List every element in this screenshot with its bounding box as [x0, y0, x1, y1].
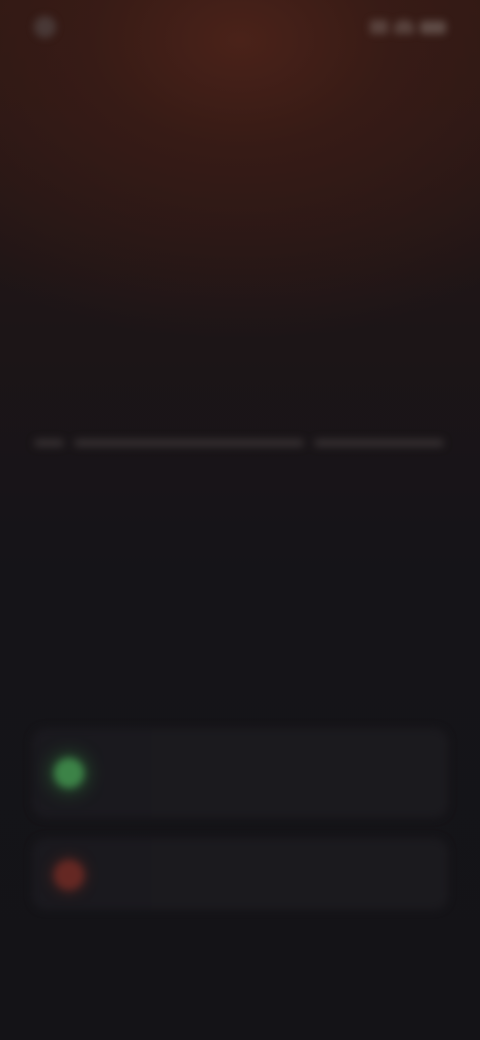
battery-icon: [420, 20, 446, 34]
link-row-segment: [74, 439, 304, 447]
status-right: [370, 20, 446, 34]
status-left: [34, 16, 68, 38]
app-dot-icon: [34, 16, 56, 38]
app-screen: [0, 0, 480, 1040]
link-row-segment: [314, 439, 444, 447]
status-bar: [0, 0, 480, 56]
link-row[interactable]: [34, 432, 448, 454]
green-dot-icon: [54, 758, 84, 788]
signal-icon: [370, 20, 388, 34]
wifi-icon: [394, 20, 414, 34]
status-card[interactable]: [32, 838, 448, 910]
red-dot-icon: [54, 860, 84, 890]
link-row-segment: [34, 439, 64, 447]
status-card[interactable]: [32, 728, 448, 818]
